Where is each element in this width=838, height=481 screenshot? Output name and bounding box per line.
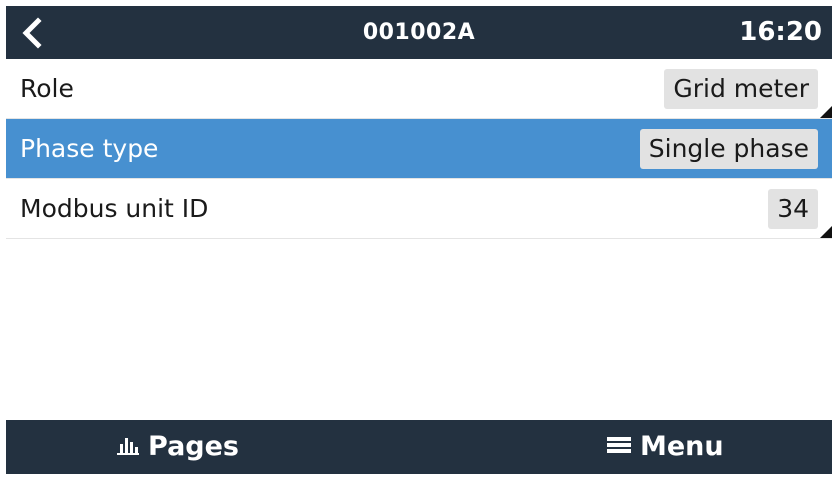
menu-button[interactable]: Menu bbox=[606, 420, 724, 474]
pages-label: Pages bbox=[148, 431, 239, 462]
setting-value: Grid meter bbox=[664, 69, 818, 109]
top-bar: 001002A 16:20 bbox=[6, 6, 832, 59]
setting-label: Phase type bbox=[20, 134, 159, 163]
settings-list: Role Grid meter Phase type Single phase … bbox=[6, 59, 832, 239]
menu-label: Menu bbox=[640, 431, 724, 462]
pages-button[interactable]: Pages bbox=[116, 420, 239, 474]
device-settings-screen: 001002A 16:20 Role Grid meter Phase type… bbox=[0, 0, 838, 481]
setting-value: Single phase bbox=[639, 129, 818, 169]
setting-row-phase-type[interactable]: Phase type Single phase bbox=[6, 119, 832, 179]
bar-chart-icon bbox=[117, 437, 139, 455]
edit-indicator-icon bbox=[820, 226, 832, 238]
page-title: 001002A bbox=[362, 20, 476, 45]
clock: 16:20 bbox=[739, 17, 822, 47]
setting-value: 34 bbox=[768, 189, 818, 229]
edit-indicator-icon bbox=[820, 106, 832, 118]
bottom-bar: Pages Menu bbox=[6, 420, 832, 474]
setting-label: Role bbox=[20, 74, 74, 103]
setting-row-modbus-unit-id[interactable]: Modbus unit ID 34 bbox=[6, 179, 832, 239]
hamburger-menu-icon bbox=[607, 436, 631, 453]
setting-label: Modbus unit ID bbox=[20, 194, 209, 223]
setting-row-role[interactable]: Role Grid meter bbox=[6, 59, 832, 119]
